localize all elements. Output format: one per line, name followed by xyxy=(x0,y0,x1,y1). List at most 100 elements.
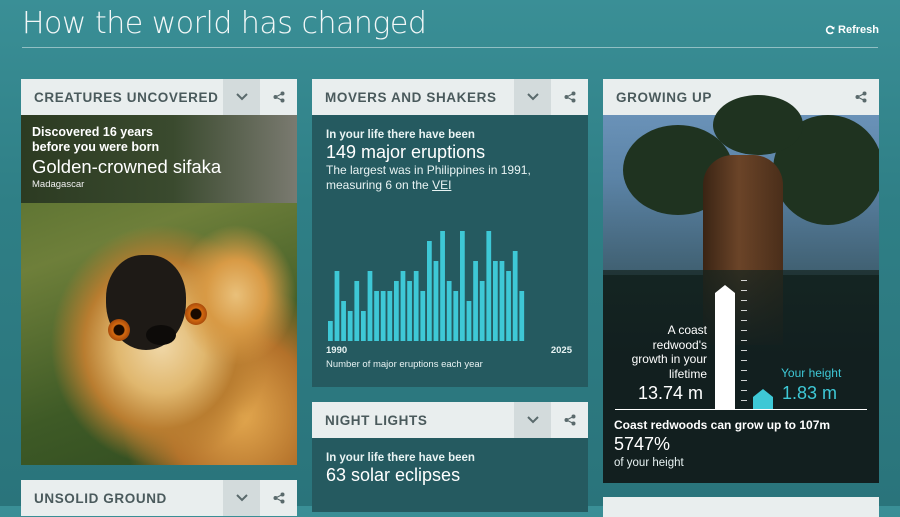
night-panel: In your life there have been 63 solar ec… xyxy=(312,438,588,500)
expand-button[interactable] xyxy=(514,402,551,438)
x-axis-start-label: 1990 xyxy=(326,345,347,353)
tree-growth-bar xyxy=(715,285,735,409)
card-title: NIGHT LIGHTS xyxy=(325,412,428,428)
growth-text-4: lifetime xyxy=(668,366,707,381)
eruption-bar xyxy=(361,311,366,341)
discovered-line-1: Discovered 16 years xyxy=(32,125,153,139)
share-icon xyxy=(564,414,575,426)
title-divider xyxy=(22,47,878,48)
share-button[interactable] xyxy=(551,402,588,438)
eruption-bar xyxy=(446,281,452,341)
your-height-label: Your height xyxy=(781,366,842,380)
creature-caption: Discovered 16 years before you were born… xyxy=(32,125,221,190)
eruption-bar xyxy=(347,311,353,341)
card-title: CREATURES UNCOVERED xyxy=(34,89,219,105)
eruption-count: 149 major eruptions xyxy=(326,142,486,162)
refresh-button[interactable]: Refresh xyxy=(825,24,879,36)
growth-text-1: A coast xyxy=(667,323,707,337)
eruption-bar xyxy=(354,281,360,341)
next-card-header xyxy=(603,497,879,517)
eclipse-count: 63 solar eclipses xyxy=(326,465,461,485)
eye-right xyxy=(185,303,207,325)
vei-prefix: measuring 6 on the xyxy=(326,178,433,192)
eruption-bar xyxy=(479,281,485,341)
eruption-bar xyxy=(466,301,472,341)
eruption-bar xyxy=(519,291,525,341)
refresh-icon xyxy=(825,25,835,35)
movers-text: In your life there have been 149 major e… xyxy=(326,129,531,193)
growing-panel: A coast redwood's growth in your lifetim… xyxy=(603,95,879,483)
growing-card: GROWING UP A coast redwood's growth in y… xyxy=(603,79,879,483)
card-header: CREATURES UNCOVERED xyxy=(21,79,297,115)
eruption-bar xyxy=(341,301,346,341)
eruption-bar xyxy=(413,271,419,341)
chart-caption: Number of major eruptions each year xyxy=(326,359,483,370)
share-icon xyxy=(564,91,575,103)
creature-panel: Discovered 16 years before you were born… xyxy=(21,115,297,465)
eruption-bar xyxy=(334,271,340,341)
eruption-bar xyxy=(473,261,478,341)
your-height-value: 1.83 m xyxy=(782,383,838,403)
refresh-label: Refresh xyxy=(838,24,879,36)
vei-line: measuring 6 on the VEI xyxy=(326,178,531,193)
eruption-bar xyxy=(512,251,518,341)
vei-link[interactable]: VEI xyxy=(432,178,451,192)
creature-name: Golden-crowned sifaka xyxy=(32,156,222,177)
chevron-down-icon xyxy=(235,93,248,101)
eruption-bar xyxy=(367,271,373,341)
movers-card: MOVERS AND SHAKERS In your life there ha… xyxy=(312,79,588,387)
share-button[interactable] xyxy=(260,480,297,516)
eruption-chart: 1990 2025 xyxy=(326,231,573,353)
share-icon xyxy=(273,492,284,504)
card-header: NIGHT LIGHTS xyxy=(312,402,588,438)
of-your-height: of your height xyxy=(614,457,684,469)
ground-line xyxy=(615,409,867,410)
height-ticks xyxy=(741,280,747,405)
x-axis-end-label: 2025 xyxy=(551,345,573,353)
height-percent: 5747% xyxy=(614,434,671,454)
chevron-down-icon xyxy=(235,494,248,502)
redwood-max-note: Coast redwoods can grow up to 107m xyxy=(614,418,831,432)
creatures-card: CREATURES UNCOVERED Discovered 16 years … xyxy=(21,79,297,465)
eruption-bar xyxy=(394,281,399,341)
expand-button[interactable] xyxy=(514,79,551,115)
eruption-bar xyxy=(506,271,511,341)
eruption-bar xyxy=(420,291,426,341)
card-header: MOVERS AND SHAKERS xyxy=(312,79,588,115)
movers-panel: In your life there have been 149 major e… xyxy=(312,115,588,387)
eruption-bar xyxy=(400,271,406,341)
eruption-bar xyxy=(499,261,505,341)
eruption-bar xyxy=(440,231,445,341)
eruption-bar xyxy=(387,291,393,341)
intro-text: In your life there have been xyxy=(326,452,475,464)
card-title: GROWING UP xyxy=(616,89,712,105)
share-button[interactable] xyxy=(842,79,879,115)
eruption-bar xyxy=(493,261,498,341)
eruption-bar xyxy=(328,321,333,341)
unsolid-card: UNSOLID GROUND xyxy=(21,480,297,516)
share-icon xyxy=(855,91,866,103)
night-card: NIGHT LIGHTS In your life there have bee… xyxy=(312,402,588,512)
eruption-bar xyxy=(427,241,432,341)
eruption-bar xyxy=(460,231,465,341)
page-title: How the world has changed xyxy=(22,6,427,41)
largest-eruption: The largest was in Philippines in 1991, xyxy=(326,163,531,177)
share-button[interactable] xyxy=(551,79,588,115)
chevron-down-icon xyxy=(526,416,539,424)
tree-growth-value: 13.74 m xyxy=(638,383,704,403)
eruption-bar xyxy=(374,291,379,341)
chevron-down-icon xyxy=(526,93,539,101)
intro-text: In your life there have been xyxy=(326,129,475,141)
eruption-bar xyxy=(407,281,412,341)
growth-text-3: growth in your xyxy=(631,352,707,366)
discovered-line-2: before you were born xyxy=(32,140,160,154)
eruption-bar xyxy=(380,291,386,341)
share-button[interactable] xyxy=(260,79,297,115)
expand-button[interactable] xyxy=(223,79,260,115)
expand-button[interactable] xyxy=(223,480,260,516)
growth-description: A coast redwood's growth in your lifetim… xyxy=(632,323,707,381)
card-title: MOVERS AND SHAKERS xyxy=(325,89,497,105)
share-icon xyxy=(273,91,284,103)
card-title: UNSOLID GROUND xyxy=(34,490,167,506)
creature-place: Madagascar xyxy=(32,179,85,190)
